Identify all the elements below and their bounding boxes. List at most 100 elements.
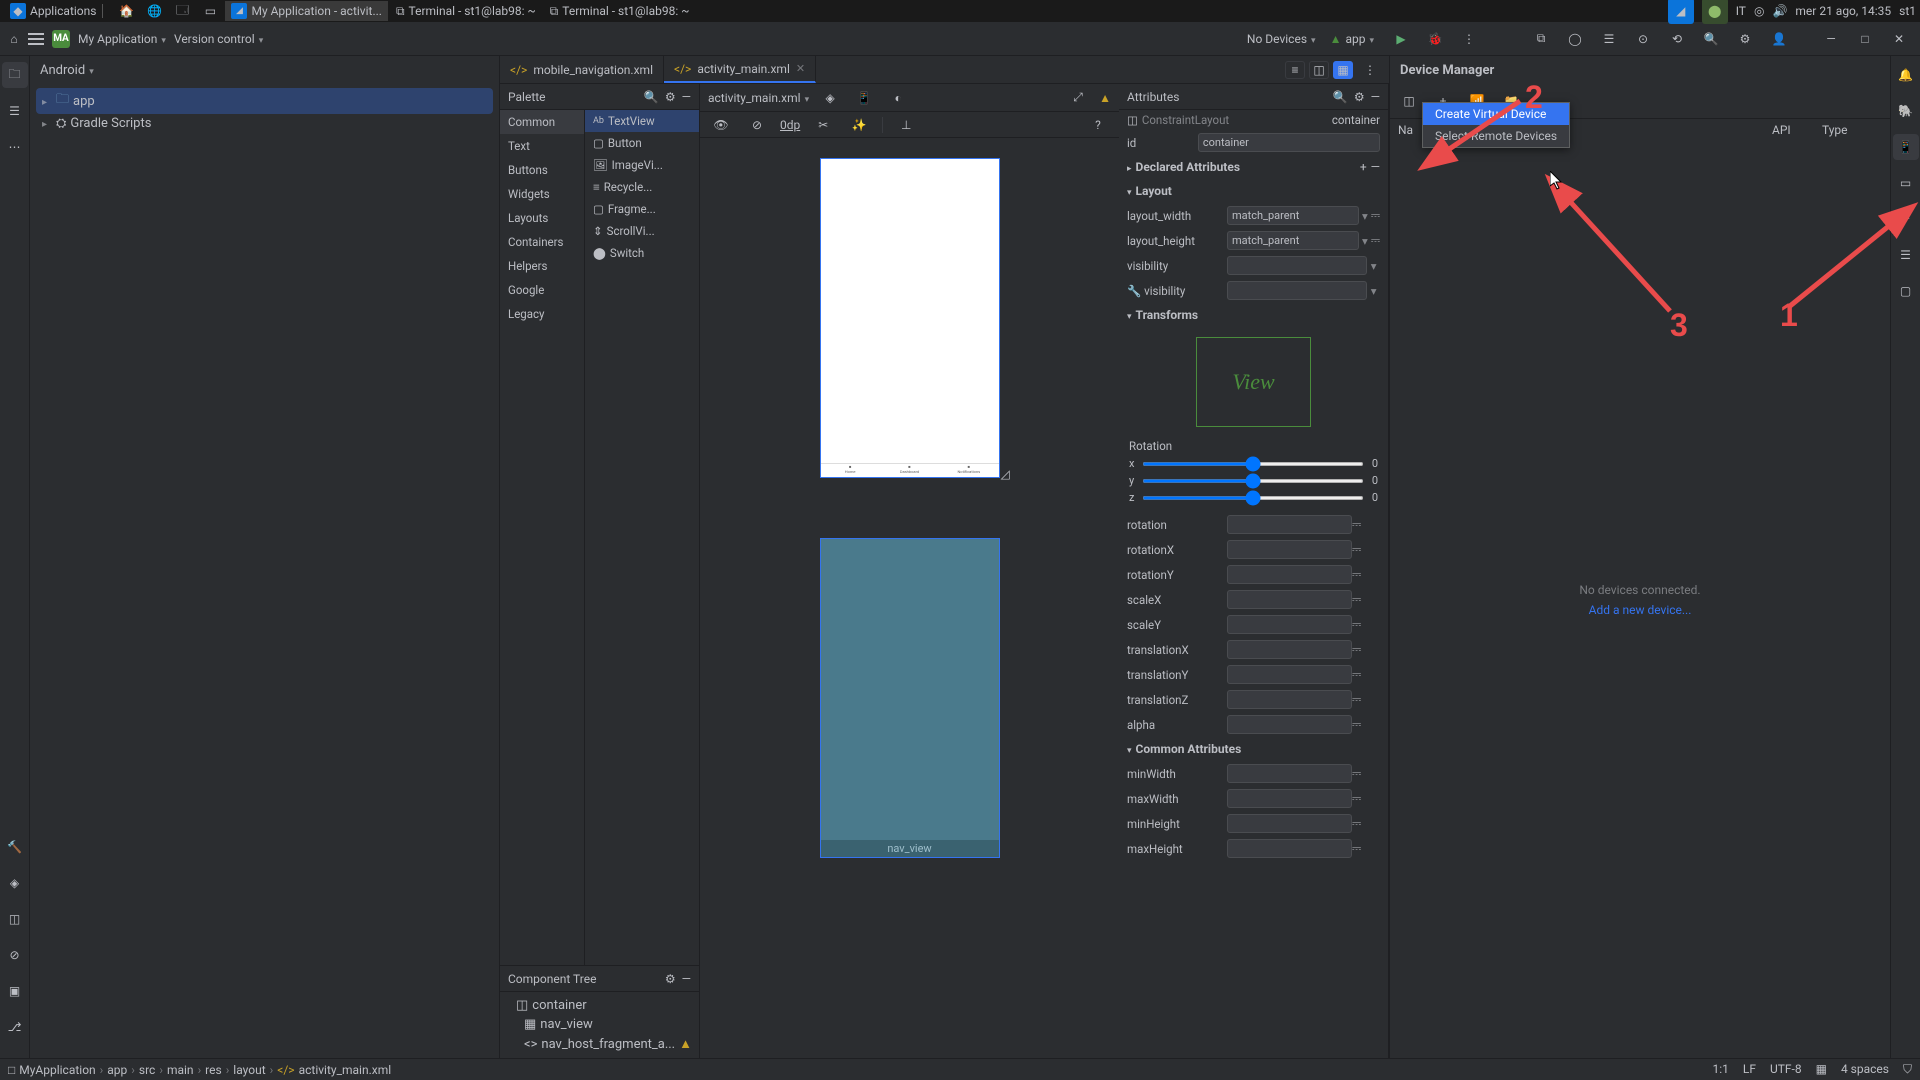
bind-icon[interactable]: ⎓ bbox=[1371, 233, 1380, 248]
bind-icon[interactable]: ⎓ bbox=[1352, 791, 1361, 806]
tools-visibility-input[interactable] bbox=[1227, 281, 1367, 300]
alpha-input[interactable] bbox=[1227, 715, 1352, 734]
pan-icon[interactable]: ⤢ bbox=[1065, 85, 1091, 111]
create-virtual-device-item[interactable]: Create Virtual Device bbox=[1423, 103, 1569, 125]
tree-node-gradle[interactable]: ⛭ Gradle Scripts bbox=[36, 114, 493, 133]
guidelines-icon[interactable]: ⊥ bbox=[893, 112, 919, 138]
breadcrumb[interactable]: □ MyApplication› app› src› main› res› la… bbox=[8, 1063, 391, 1077]
tree-node-navview[interactable]: ▦nav_view bbox=[506, 1015, 693, 1034]
warning-icon[interactable]: ▲ bbox=[1099, 91, 1111, 105]
palette-item-scrollview[interactable]: ⇕ScrollVi... bbox=[585, 220, 699, 242]
resource-manager-icon[interactable]: ☰ bbox=[1893, 242, 1919, 268]
bind-icon[interactable]: ⎓ bbox=[1352, 517, 1361, 532]
design-preview-2[interactable]: nav_view bbox=[820, 538, 1000, 858]
bind-icon[interactable]: ⎓ bbox=[1352, 667, 1361, 682]
tab-activity-main[interactable]: </> activity_main.xml ✕ bbox=[664, 56, 816, 83]
translationy-input[interactable] bbox=[1227, 665, 1352, 684]
palette-item-fragment[interactable]: ▢Fragme... bbox=[585, 198, 699, 220]
layout-width-input[interactable] bbox=[1227, 206, 1359, 225]
tray-app-icon[interactable]: ◢ bbox=[1668, 0, 1694, 24]
network-icon[interactable]: ◎ bbox=[1754, 4, 1764, 18]
col-type[interactable]: Type bbox=[1822, 123, 1882, 137]
scalex-input[interactable] bbox=[1227, 590, 1352, 609]
minimize-panel-icon[interactable]: — bbox=[1371, 90, 1380, 104]
bind-icon[interactable]: ⎓ bbox=[1352, 542, 1361, 557]
bind-icon[interactable]: ⎓ bbox=[1352, 717, 1361, 732]
palette-item-recyclerview[interactable]: ≡Recycle... bbox=[585, 176, 699, 198]
search-everywhere-icon[interactable]: 🔍 bbox=[1698, 26, 1724, 52]
bind-icon[interactable]: ⎓ bbox=[1352, 642, 1361, 657]
project-selector[interactable]: My Application bbox=[78, 32, 166, 46]
night-mode-icon[interactable]: ◐ bbox=[885, 85, 911, 111]
bind-icon[interactable]: ⎓ bbox=[1352, 816, 1361, 831]
maximize-icon[interactable]: □ bbox=[1852, 26, 1878, 52]
palette-item-switch[interactable]: ⬤Switch bbox=[585, 242, 699, 264]
web-browser-icon[interactable]: 🌐 bbox=[141, 0, 167, 24]
bind-icon[interactable]: ⎓ bbox=[1352, 617, 1361, 632]
main-menu-button[interactable] bbox=[28, 33, 44, 45]
select-remote-devices-item[interactable]: Select Remote Devices bbox=[1423, 125, 1569, 147]
tab-mobile-navigation[interactable]: </> mobile_navigation.xml bbox=[500, 56, 664, 83]
palette-cat-helpers[interactable]: Helpers bbox=[500, 254, 584, 278]
dropdown-icon[interactable]: ▾ bbox=[1367, 259, 1380, 273]
clock[interactable]: mer 21 ago, 14:35 bbox=[1795, 4, 1891, 18]
dropdown-icon[interactable]: ▾ bbox=[1359, 234, 1371, 248]
help-icon[interactable]: ? bbox=[1085, 112, 1111, 138]
orientation-icon[interactable]: 📱 bbox=[851, 85, 877, 111]
col-api[interactable]: API bbox=[1772, 123, 1822, 137]
dropdown-icon[interactable]: ▾ bbox=[1367, 284, 1380, 298]
rotation-z-slider[interactable] bbox=[1142, 496, 1363, 500]
settings-icon[interactable]: ⚙ bbox=[1354, 90, 1365, 104]
rotation-x-slider[interactable] bbox=[1142, 462, 1363, 466]
pair-device-icon[interactable]: ◫ bbox=[1396, 88, 1422, 114]
canvas-file-selector[interactable]: activity_main.xml bbox=[708, 91, 809, 105]
problems-tool-icon[interactable]: ⊘ bbox=[2, 942, 28, 968]
resize-handle-icon[interactable]: ◿ bbox=[1001, 467, 1013, 479]
caret-position[interactable]: 1:1 bbox=[1712, 1062, 1728, 1077]
home-icon[interactable]: 🏠 bbox=[113, 0, 139, 24]
taskbar-app-2[interactable]: ⧉ Terminal - st1@lab98: ~ bbox=[390, 2, 542, 21]
minimize-panel-icon[interactable]: — bbox=[682, 972, 691, 986]
file-encoding[interactable]: UTF-8 bbox=[1770, 1062, 1802, 1077]
minimize-icon[interactable]: — bbox=[1818, 26, 1844, 52]
maxwidth-input[interactable] bbox=[1227, 789, 1352, 808]
settings-icon[interactable]: ⚙ bbox=[665, 972, 676, 986]
user-indicator[interactable]: st1 bbox=[1899, 4, 1916, 18]
translationz-input[interactable] bbox=[1227, 690, 1352, 709]
minwidth-input[interactable] bbox=[1227, 764, 1352, 783]
palette-cat-common[interactable]: Common bbox=[500, 110, 584, 134]
volume-icon[interactable]: 🔊 bbox=[1772, 4, 1787, 18]
design-surface-icon[interactable]: ◈ bbox=[817, 85, 843, 111]
split-view-button[interactable]: ◫ bbox=[1309, 61, 1329, 79]
layout-inspector-icon[interactable]: ⧉ bbox=[1528, 26, 1554, 52]
infer-constraints-icon[interactable]: ✨ bbox=[846, 112, 872, 138]
search-icon[interactable]: 🔍 bbox=[1333, 90, 1348, 104]
palette-cat-google[interactable]: Google bbox=[500, 278, 584, 302]
add-attr-icon[interactable]: + bbox=[1360, 160, 1367, 174]
account-icon[interactable]: 👤 bbox=[1766, 26, 1792, 52]
readonly-icon[interactable]: ▦ bbox=[1816, 1062, 1827, 1077]
terminal-tool-icon[interactable]: ▣ bbox=[2, 978, 28, 1004]
profiler-tool-icon[interactable]: ◈ bbox=[2, 870, 28, 896]
keyboard-layout[interactable]: IT bbox=[1736, 4, 1746, 18]
bind-icon[interactable]: ⎓ bbox=[1371, 208, 1380, 223]
bind-icon[interactable]: ⎓ bbox=[1352, 567, 1361, 582]
palette-cat-text[interactable]: Text bbox=[500, 134, 584, 158]
common-attrs-section[interactable]: Common Attributes bbox=[1136, 742, 1242, 756]
palette-item-button[interactable]: ▢Button bbox=[585, 132, 699, 154]
settings-icon[interactable]: ⚙ bbox=[1732, 26, 1758, 52]
remove-attr-icon[interactable]: — bbox=[1371, 160, 1380, 174]
palette-item-imageview[interactable]: 🖼ImageVi... bbox=[585, 154, 699, 176]
device-selector[interactable]: No Devices bbox=[1247, 32, 1316, 46]
rotationy-input[interactable] bbox=[1227, 565, 1352, 584]
palette-item-textview[interactable]: AbTextView bbox=[585, 110, 699, 132]
design-canvas[interactable]: ■Home■Dashboard■Notifications ◿ nav_view bbox=[700, 138, 1119, 1058]
design-preview-1[interactable]: ■Home■Dashboard■Notifications ◿ bbox=[820, 158, 1000, 478]
desktop-switcher-icon[interactable]: ▭ bbox=[197, 0, 223, 24]
device-manager-tool-icon[interactable]: 📱 bbox=[1893, 134, 1919, 160]
home-icon[interactable]: ⌂ bbox=[8, 26, 20, 52]
layout-section[interactable]: Layout bbox=[1136, 184, 1172, 198]
palette-cat-legacy[interactable]: Legacy bbox=[500, 302, 584, 326]
tray-android-icon[interactable]: ⬤ bbox=[1702, 0, 1728, 24]
inspections-icon[interactable]: ⟲ bbox=[1664, 26, 1690, 52]
